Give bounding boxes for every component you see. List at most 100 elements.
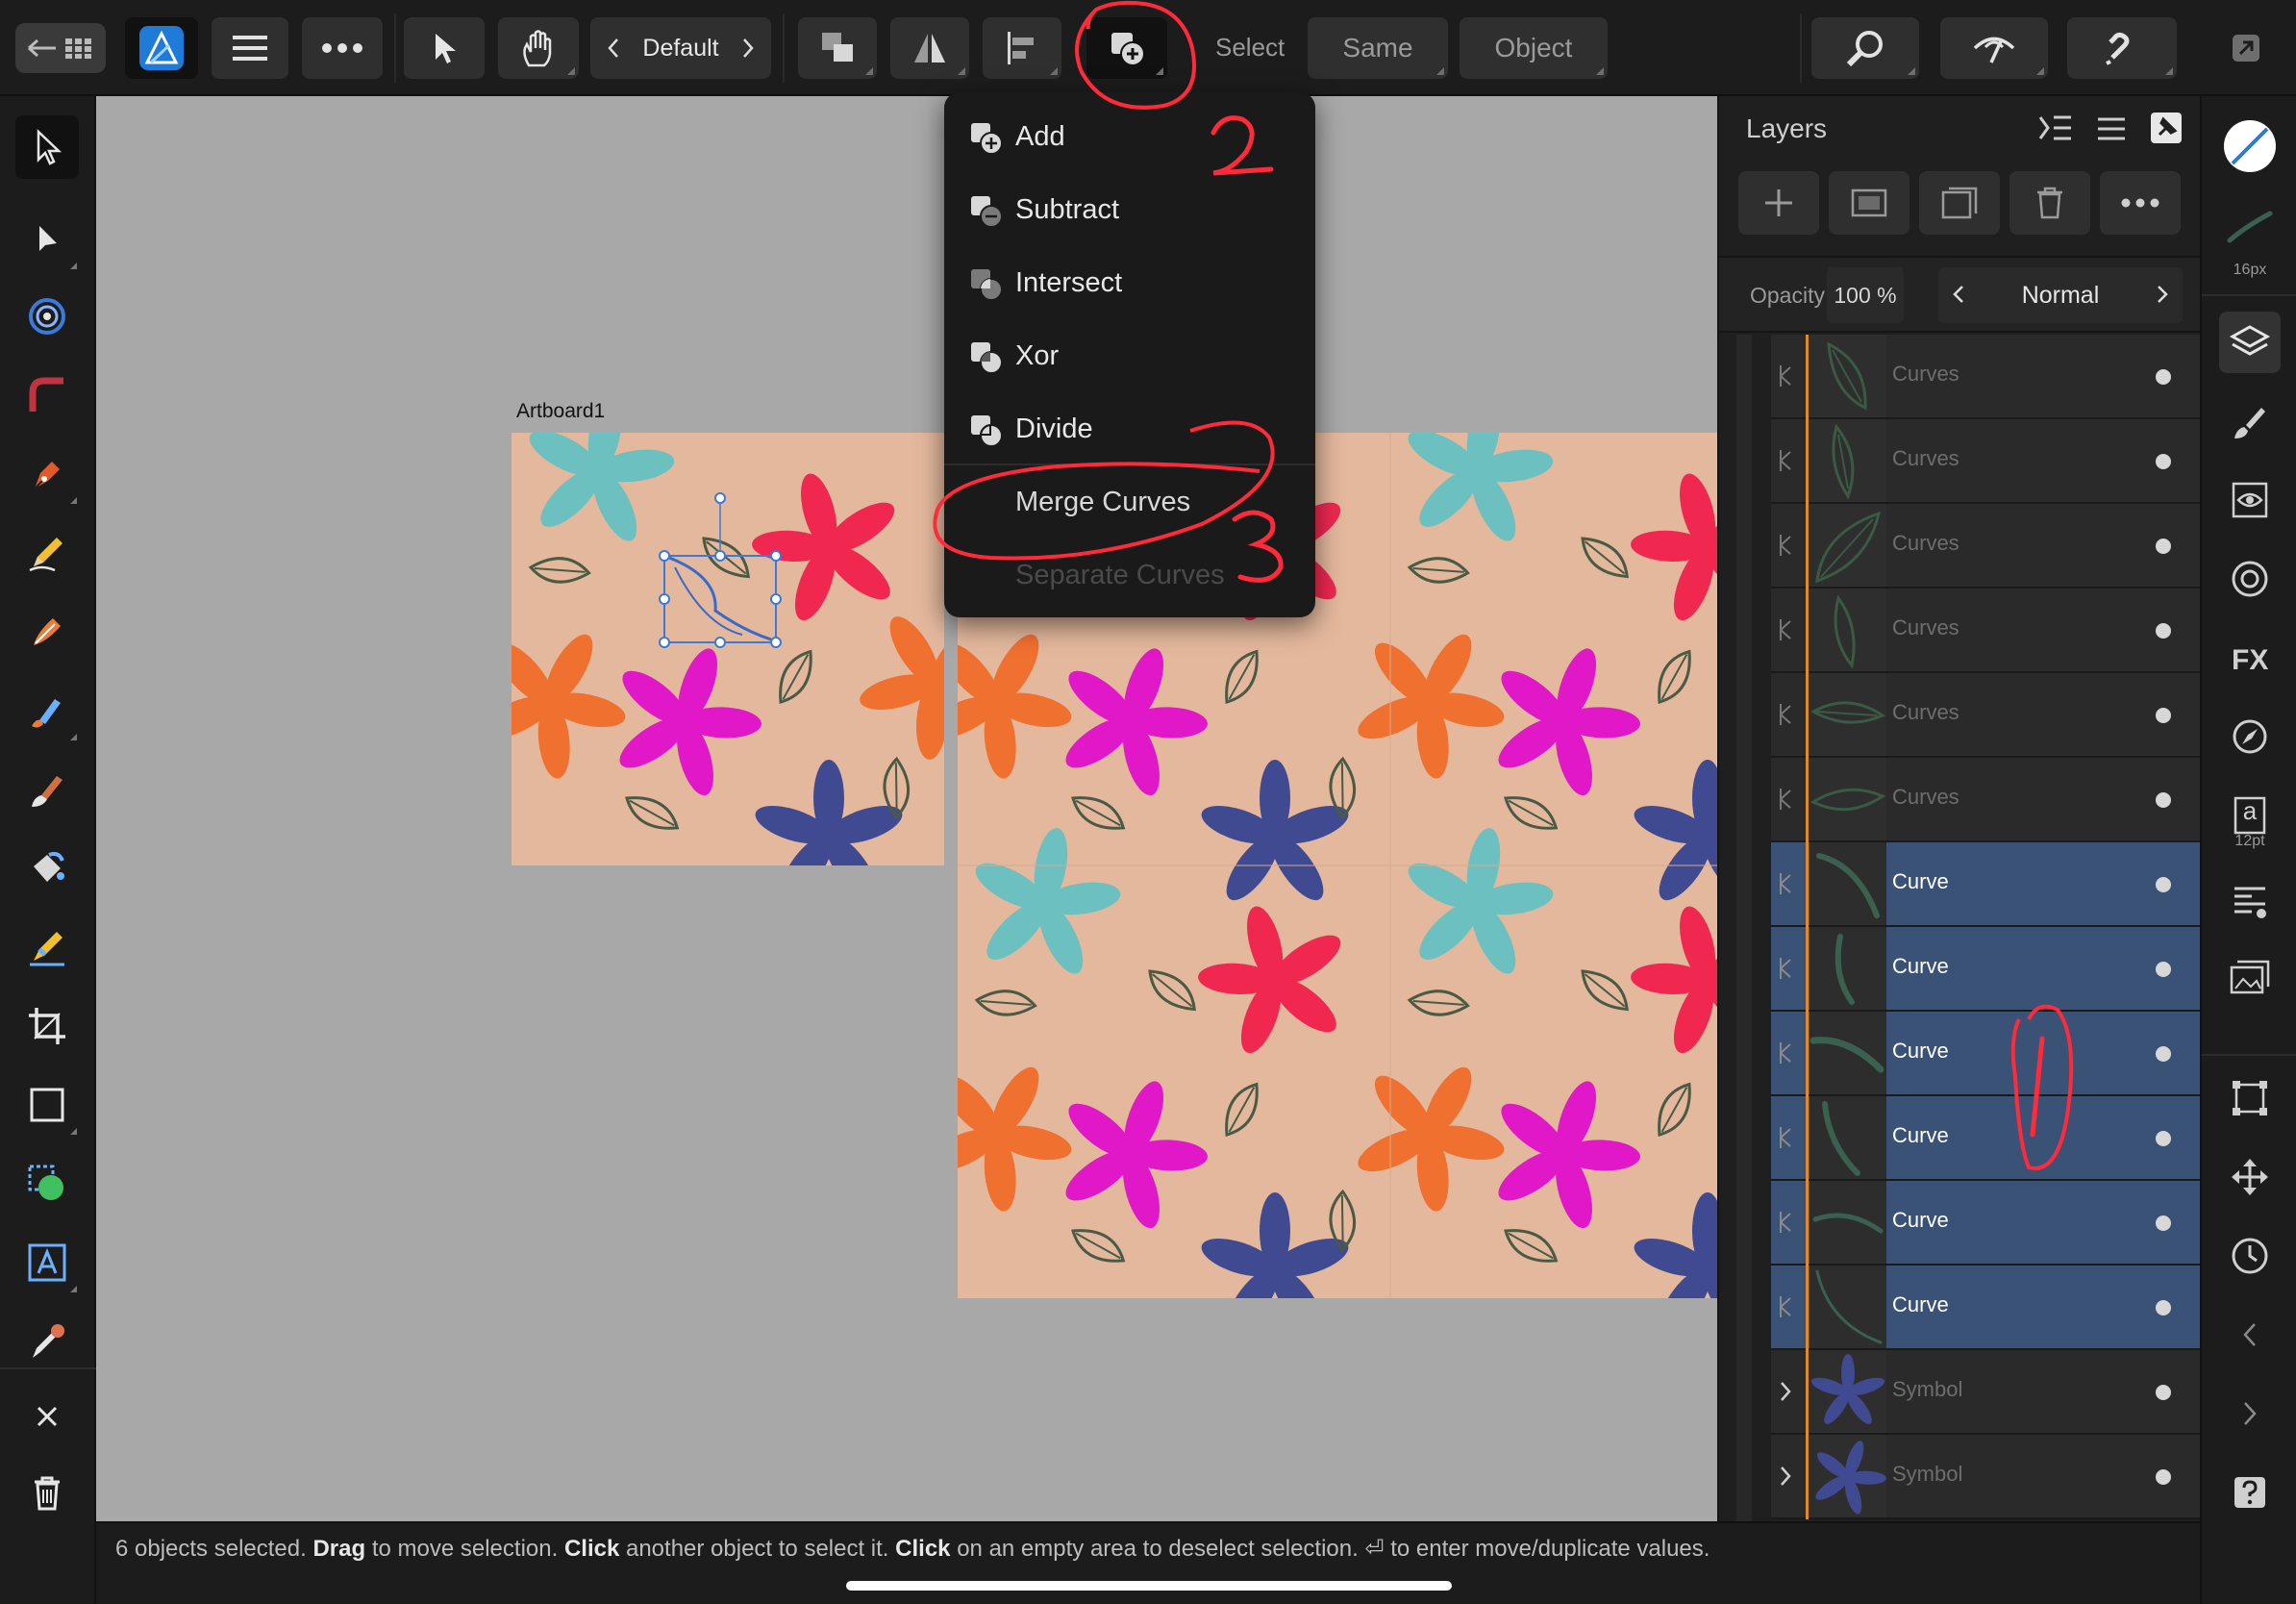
visibility-dot[interactable]	[2156, 962, 2171, 977]
window-toggle-button[interactable]	[2211, 17, 2281, 79]
artistic-text-tool[interactable]	[15, 1231, 79, 1294]
delete-layer-button[interactable]	[2009, 171, 2090, 235]
pin-panel-icon[interactable]	[2150, 112, 2183, 144]
layer-row[interactable]: Symbol	[1771, 1350, 2202, 1435]
chevron-right-icon[interactable]	[1777, 1462, 1794, 1491]
panel-menu-icon[interactable]	[2096, 115, 2127, 142]
pencil-tool[interactable]	[15, 521, 79, 585]
visibility-dot[interactable]	[2156, 1469, 2171, 1485]
visibility-dot[interactable]	[2156, 1216, 2171, 1231]
visibility-dot[interactable]	[2156, 877, 2171, 892]
cancel-button[interactable]	[15, 1385, 79, 1448]
stock-studio-button[interactable]	[2219, 948, 2281, 1010]
layer-row-selected[interactable]: Curve	[1771, 1266, 2202, 1350]
chevron-right-icon[interactable]	[2156, 281, 2169, 308]
transform-studio-button[interactable]	[2219, 1067, 2281, 1129]
fill-bucket-tool[interactable]	[15, 837, 79, 900]
navigator-studio-button[interactable]	[2219, 706, 2281, 767]
pen-tool[interactable]	[15, 442, 79, 506]
menu-item-divide[interactable]: Divide	[944, 392, 1315, 465]
layer-row-selected[interactable]: Curve	[1771, 1181, 2202, 1266]
text-styles-studio-button[interactable]	[2219, 871, 2281, 933]
layer-row[interactable]: Curves	[1771, 673, 2202, 758]
effects-studio-button[interactable]: FX	[2219, 627, 2281, 689]
layer-row-selected[interactable]: Curve	[1771, 1096, 2202, 1181]
layer-row-selected[interactable]: Curve	[1771, 927, 2202, 1012]
visibility-dot[interactable]	[2156, 1131, 2171, 1146]
collapse-panel-icon[interactable]	[2038, 113, 2073, 142]
visibility-dot[interactable]	[2156, 369, 2171, 385]
visibility-dot[interactable]	[2156, 708, 2171, 723]
layer-row[interactable]: Curves	[1771, 419, 2202, 504]
crop-tool[interactable]	[15, 994, 79, 1058]
node-tool[interactable]	[15, 208, 79, 271]
menu-item-intersect[interactable]: Intersect	[944, 246, 1315, 319]
app-logo-button[interactable]	[125, 17, 198, 79]
visibility-dot[interactable]	[2156, 1300, 2171, 1316]
symbols-studio-button[interactable]	[2219, 548, 2281, 610]
paint-brush-tool[interactable]	[15, 758, 79, 821]
artboard-pattern-tile[interactable]	[512, 433, 944, 865]
visibility-dot[interactable]	[2156, 1046, 2171, 1062]
add-group-button[interactable]	[1919, 171, 2000, 235]
hand-gesture-button[interactable]	[498, 17, 579, 79]
brush-stroke-button[interactable]	[2219, 196, 2281, 258]
collapse-studio-left-button[interactable]	[2219, 1304, 2281, 1366]
delete-button[interactable]	[15, 1462, 79, 1525]
visibility-dot[interactable]	[2156, 539, 2171, 554]
visibility-dot[interactable]	[2156, 1385, 2171, 1400]
collapse-studio-right-button[interactable]	[2219, 1383, 2281, 1444]
view-mode-button[interactable]	[1940, 17, 2048, 79]
visibility-dot[interactable]	[2156, 792, 2171, 808]
menu-item-add[interactable]: Add	[944, 100, 1315, 173]
move-tool-mode-button[interactable]	[404, 17, 485, 79]
align-button[interactable]	[983, 17, 1061, 79]
persona-selector[interactable]: Default	[590, 17, 771, 79]
document-canvas[interactable]: Artboard1	[96, 96, 1717, 1521]
color-swatch-button[interactable]	[2219, 115, 2281, 177]
add-mask-button[interactable]	[1829, 171, 1909, 235]
chevron-right-icon[interactable]	[1777, 1377, 1794, 1406]
layer-row[interactable]: Curves	[1771, 335, 2202, 419]
layer-more-button[interactable]	[2100, 171, 2181, 235]
select-same-button[interactable]: Same	[1308, 17, 1448, 79]
layer-row[interactable]: Curves	[1771, 589, 2202, 673]
opacity-field[interactable]: 100 %	[1827, 267, 1904, 323]
rectangle-tool[interactable]	[15, 1073, 79, 1137]
vector-brush-tool[interactable]	[15, 600, 79, 664]
boolean-operations-button[interactable]	[1086, 17, 1167, 79]
back-to-documents-button[interactable]	[15, 23, 106, 73]
layer-row-selected[interactable]: Curve	[1771, 1012, 2202, 1096]
menu-item-subtract[interactable]: Subtract	[944, 173, 1315, 246]
arrange-button[interactable]	[798, 17, 877, 79]
flip-button[interactable]	[890, 17, 969, 79]
visibility-dot[interactable]	[2156, 454, 2171, 469]
layer-row[interactable]: Curves	[1771, 504, 2202, 589]
corner-tool[interactable]	[15, 363, 79, 427]
add-layer-button[interactable]	[1738, 171, 1819, 235]
layer-row-selected[interactable]: Curve	[1771, 842, 2202, 927]
help-button[interactable]	[2219, 1462, 2281, 1523]
selection-bounding-box[interactable]	[659, 492, 782, 648]
visibility-dot[interactable]	[2156, 623, 2171, 639]
brushes-studio-button[interactable]	[2219, 390, 2281, 452]
snapping-button[interactable]	[2067, 17, 2177, 79]
home-indicator[interactable]	[846, 1581, 1452, 1591]
appearance-studio-button[interactable]	[2219, 469, 2281, 531]
layer-row[interactable]: Curves	[1771, 758, 2202, 842]
more-options-button[interactable]	[302, 17, 383, 79]
menu-item-merge-curves[interactable]: Merge Curves	[944, 465, 1315, 539]
move-studio-button[interactable]	[2219, 1146, 2281, 1208]
menu-item-xor[interactable]: Xor	[944, 319, 1315, 392]
main-menu-button[interactable]	[212, 17, 288, 79]
point-transform-tool[interactable]	[15, 285, 79, 348]
blend-mode-selector[interactable]: Normal	[1938, 267, 2183, 323]
history-studio-button[interactable]	[2219, 1225, 2281, 1287]
color-picker-tool[interactable]	[15, 1310, 79, 1373]
shape-builder-tool[interactable]	[15, 1152, 79, 1216]
layers-studio-button[interactable]	[2219, 312, 2281, 373]
fill-tool[interactable]	[15, 679, 79, 742]
transparency-tool[interactable]	[15, 915, 79, 979]
view-zoom-button[interactable]	[1811, 17, 1919, 79]
layer-row[interactable]: Symbol	[1771, 1435, 2202, 1519]
